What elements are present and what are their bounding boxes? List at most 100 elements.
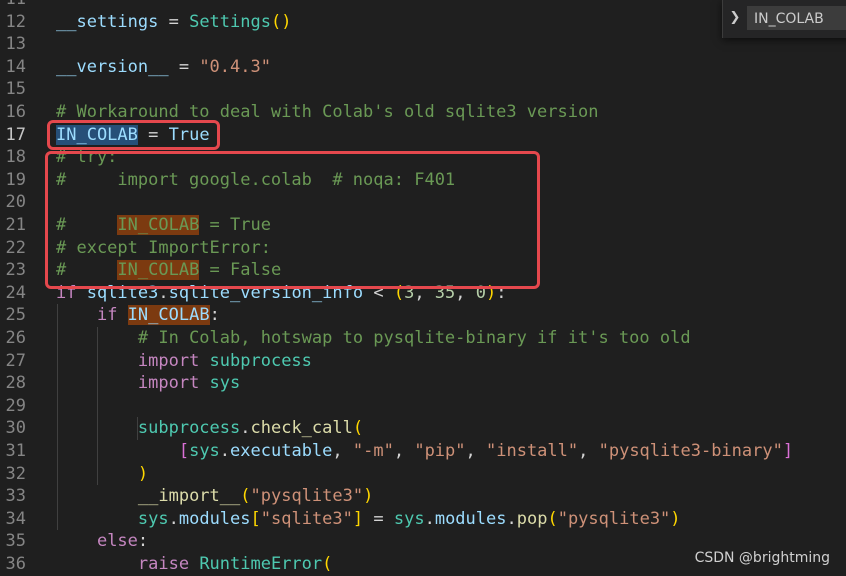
indent-guide [97,327,98,486]
code-token: : [137,531,149,552]
code-token: executable [230,441,333,461]
code-text: [sys.executable, "-m", "pip", "install",… [56,440,793,463]
code-token: modules [434,508,507,529]
code-line-32[interactable]: 32 ) [0,463,846,486]
code-text: import sys [56,372,240,395]
code-token: "pysqlite3" [250,486,364,507]
code-text: else: [56,530,148,553]
line-number: 33 [5,486,26,507]
line-number: 24 [5,282,26,303]
code-line-30[interactable]: 30 subprocess.check_call( [0,417,846,440]
code-text: if IN_COLAB: [56,304,220,327]
code-line-29[interactable]: 29 [0,395,846,418]
line-number: 34 [5,508,26,529]
code-line-25[interactable]: 25 if IN_COLAB: [0,304,846,327]
line-number: 12 [5,11,26,32]
code-line-15[interactable]: 15 [0,78,846,101]
code-token: ] [352,508,364,529]
line-number: 14 [5,56,26,77]
code-text: # In Colab, hotswap to pysqlite-binary i… [56,327,691,350]
line-number: 27 [5,350,26,371]
indent-guide [57,304,58,531]
code-token: __version__ [56,56,169,77]
line-number: 16 [5,102,26,122]
code-token: "install" [486,441,579,461]
code-token: sys [189,441,220,461]
code-token: import [137,373,210,394]
indent-guide [137,417,138,440]
line-number: 31 [5,441,26,461]
watermark: CSDN @brightming [694,550,830,566]
line-number: 15 [5,79,26,100]
code-token: "0.4.3" [199,56,271,77]
code-token: ( [352,418,364,439]
code-token: ) [137,463,149,484]
code-line-13[interactable]: 13 [0,33,846,56]
code-token: , [332,441,353,461]
line-number: 32 [5,463,26,484]
code-token: # Workaround to deal with Colab's old sq… [56,102,599,122]
code-token: . [219,441,231,461]
code-token: . [424,508,435,529]
code-token: () [270,11,292,32]
code-line-14[interactable]: 14 __version__ = "0.4.3" [0,56,846,79]
line-number: 28 [5,373,26,394]
code-token: ) [363,486,374,507]
code-line-26[interactable]: 26 # In Colab, hotswap to pysqlite-binar… [0,327,846,350]
line-number: 21 [5,215,26,235]
code-line-27[interactable]: 27 import subprocess [0,350,846,373]
code-line-28[interactable]: 28 import sys [0,372,846,395]
code-token: , [465,441,486,461]
code-text: raise RuntimeError( [56,553,333,576]
line-number: 26 [5,328,26,348]
code-token: raise [137,554,200,574]
chevron-right-icon[interactable]: ❯ [727,8,743,28]
line-number: 17 [5,124,26,145]
line-number: 29 [5,395,26,416]
code-token: . [168,508,179,529]
line-number: 19 [5,169,26,190]
code-token: modules [178,508,251,529]
code-token: Settings [189,11,271,32]
code-line-33[interactable]: 33 __import__("pysqlite3") [0,485,846,508]
code-line-34[interactable]: 34 sys.modules["sqlite3"] = sys.modules.… [0,508,846,531]
find-input[interactable]: IN_COLAB [747,6,846,30]
line-number: 25 [5,305,26,326]
code-token: [ [250,508,261,529]
code-token: ] [782,441,794,461]
code-text: __settings = Settings() [56,11,291,34]
code-token: subprocess [209,350,312,371]
code-token: , [393,441,415,461]
code-token: , [578,441,599,461]
code-token: ( [240,486,251,507]
code-token: "sqlite3" [260,508,353,529]
code-token: check_call [250,418,353,439]
code-text: subprocess.check_call( [56,417,363,440]
code-token: . [240,418,251,439]
code-token: = [158,11,190,32]
code-line-11[interactable]: 11 [0,0,846,11]
code-line-12[interactable]: 12 __settings = Settings() [0,11,846,34]
code-token: sys [137,508,169,529]
code-token: RuntimeError [199,554,323,574]
code-token: subprocess [137,418,241,439]
line-number: 13 [5,34,26,55]
line-number: 35 [5,531,26,552]
code-token: sys [209,373,241,394]
line-number: 36 [5,554,26,574]
code-token: "-m" [352,441,394,461]
code-token: "pysqlite3" [557,508,671,529]
code-token: import [137,350,210,371]
code-text: __version__ = "0.4.3" [56,56,271,79]
code-line-31[interactable]: 31 [sys.executable, "-m", "pip", "instal… [0,440,846,463]
code-token: IN_COLAB [127,305,210,326]
line-number: 30 [5,418,26,439]
code-text: __import__("pysqlite3") [56,485,373,508]
code-text: ) [56,463,148,486]
line-number: 23 [5,260,26,281]
